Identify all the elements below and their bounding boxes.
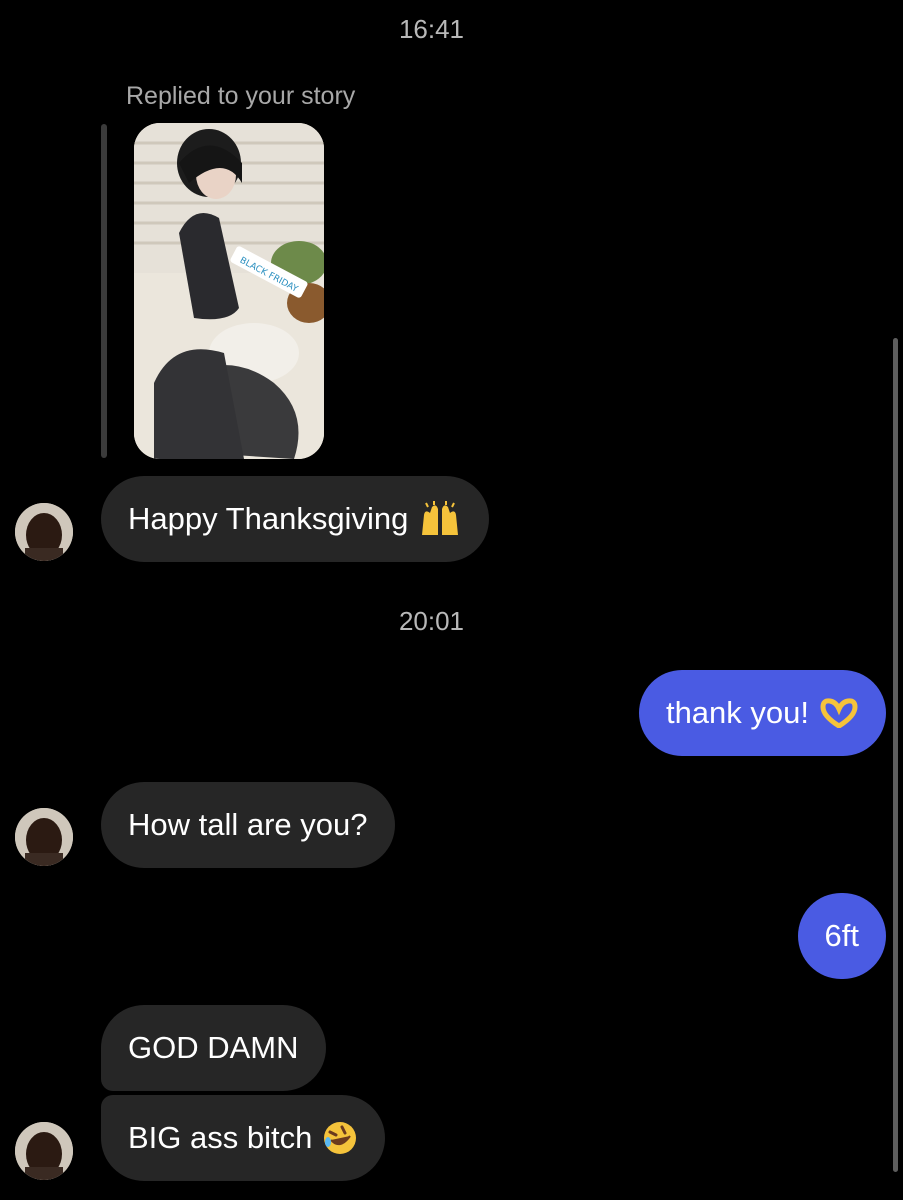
message-bubble-incoming[interactable]: GOD DAMN [101, 1005, 326, 1091]
heart-hands-icon [819, 698, 859, 728]
timestamp: 20:01 [398, 606, 465, 636]
message-bubble-incoming[interactable]: Happy Thanksgiving [101, 476, 490, 562]
avatar[interactable] [15, 1122, 73, 1180]
scrollbar[interactable] [893, 338, 898, 1172]
rolling-laughing-icon [322, 1120, 358, 1156]
message-bubble-incoming[interactable]: BIG ass bitch [101, 1095, 386, 1181]
avatar[interactable] [15, 808, 73, 866]
reply-quote-bar [101, 124, 107, 458]
message-text: BIG ass bitch [128, 1120, 313, 1155]
message-bubble-outgoing[interactable]: 6ft [797, 893, 886, 979]
avatar[interactable] [15, 503, 73, 561]
message-bubble-outgoing[interactable]: thank you! [638, 670, 886, 756]
message-text: thank you! [665, 695, 809, 730]
message-text: 6ft [824, 918, 859, 953]
message-bubble-incoming[interactable]: How tall are you? [101, 782, 395, 868]
story-reply-label: Replied to your story [126, 82, 356, 110]
story-thumbnail[interactable]: BLACK FRIDAY [134, 123, 324, 459]
timestamp: 16:41 [398, 14, 465, 44]
story-image: BLACK FRIDAY [134, 123, 324, 459]
message-text: Happy Thanksgiving [128, 501, 409, 536]
message-text: GOD DAMN [128, 1030, 299, 1065]
raising-hands-icon [418, 501, 462, 537]
message-text: How tall are you? [128, 807, 368, 842]
